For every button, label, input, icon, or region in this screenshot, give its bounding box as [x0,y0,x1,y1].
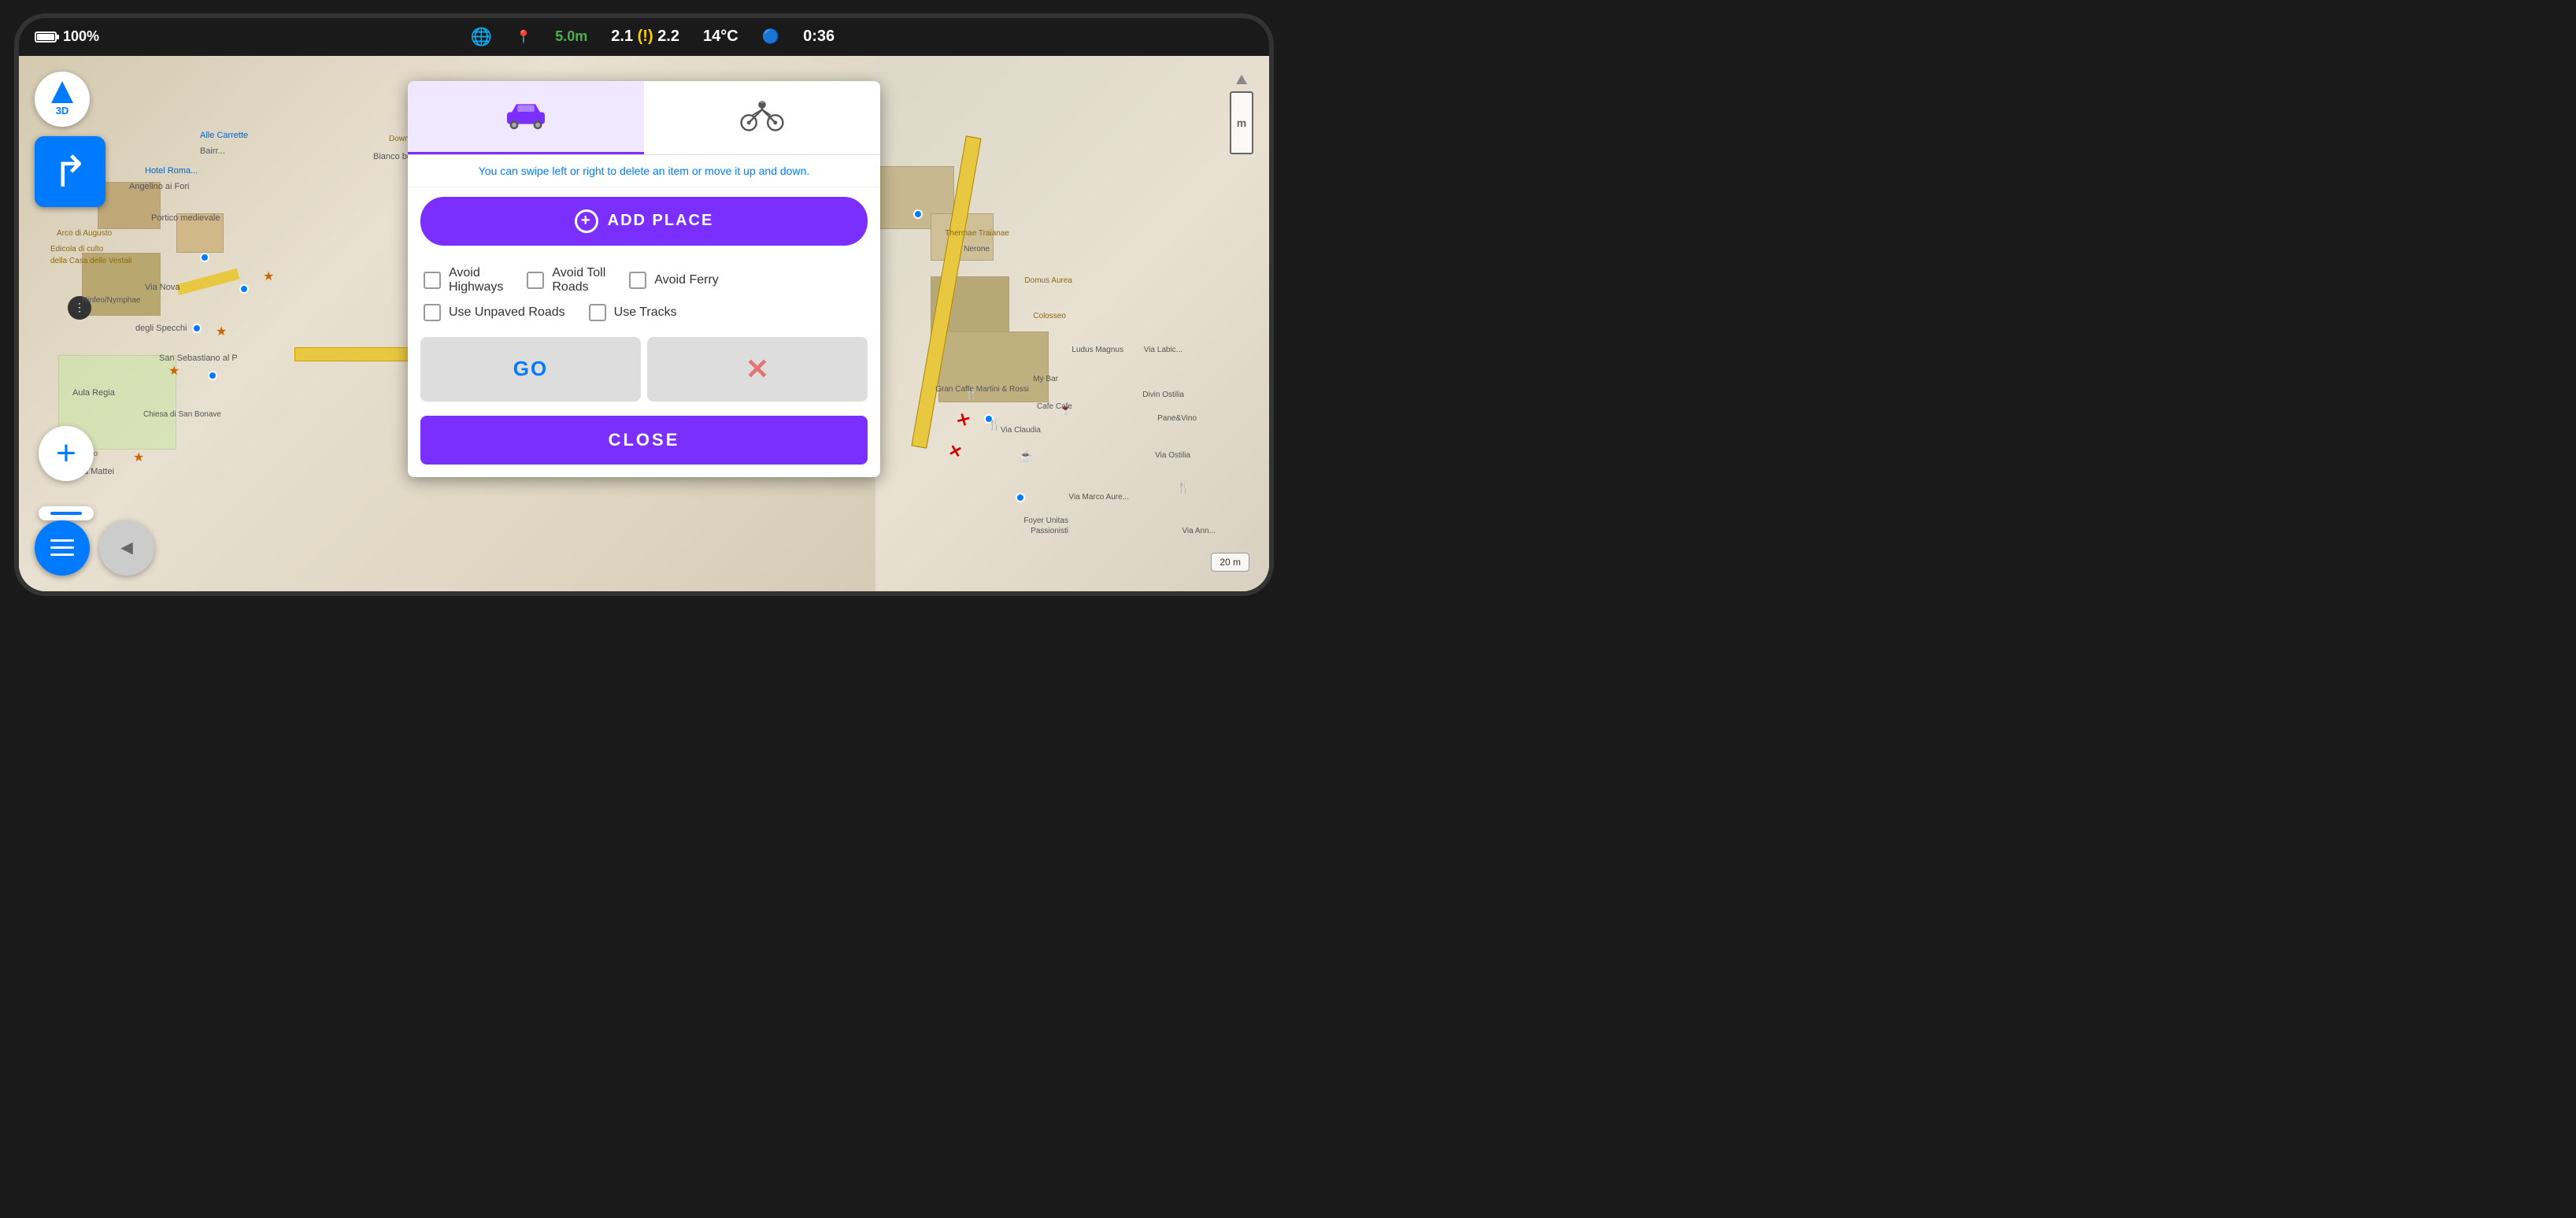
plus-icon: + [56,436,76,471]
zoom-in-button[interactable]: + [39,426,94,481]
map-label: Chiesa di San Bonave [143,410,221,419]
map-label: Foyer Unitas [1023,516,1068,525]
scale-label: 20 m [1211,553,1249,572]
use-unpaved-label: Use Unpaved Roads [449,305,565,320]
map-label: San Sebastiano al P [159,354,238,363]
cancel-button[interactable]: ✕ [647,337,868,402]
map-label: Cafe Cafe [1037,402,1072,411]
map-label: Via Marco Aure... [1068,493,1129,502]
use-tracks-checkbox[interactable] [589,304,606,321]
gps-icon: 📍 [516,29,531,45]
go-button[interactable]: GO [420,337,641,402]
map-label: Hotel Roma... [145,166,198,176]
map-label: Colosseo [1033,312,1066,320]
map-label: della Casa delle Vestali [50,257,131,265]
add-place-plus-icon: + [575,209,598,233]
scale-bar: ⛰ m [1230,72,1253,154]
swipe-hint: You can swipe left or right to delete an… [408,155,880,187]
cancel-icon: ✕ [746,353,769,386]
map-label: Aula Regia [72,388,115,398]
car-transport-tab[interactable] [408,81,644,154]
map-label: Thermae Traianae [945,229,1009,238]
map-label: Via Labic... [1144,346,1183,354]
avoid-toll-label: Avoid TollRoads [552,266,605,294]
map-label: Via Claudia [1001,426,1041,435]
zoom-out-button[interactable] [39,506,94,520]
avoid-highways-checkbox[interactable] [424,272,441,289]
options-row-1: AvoidHighways Avoid TollRoads Avoid Ferr… [424,261,864,299]
map-label: Passionisti [1031,527,1068,535]
avoid-ferry-checkbox[interactable] [629,272,646,289]
transport-tabs [408,81,880,155]
back-icon: ◄ [117,535,137,560]
minus-icon [50,512,82,515]
add-place-label: ADD PLACE [608,212,714,230]
options-row-2: Use Unpaved Roads Use Tracks [424,299,864,326]
bluetooth-icon: 🔵 [762,28,779,45]
map-label: Ninfeo/Nymphae [82,296,140,305]
back-button[interactable]: ◄ [99,520,154,576]
use-unpaved-option[interactable]: Use Unpaved Roads [424,304,565,321]
menu-button[interactable] [35,520,90,576]
battery-icon [35,31,57,43]
map-label: Ludus Magnus [1071,346,1123,354]
action-buttons: GO ✕ [420,337,868,402]
status-bar: 100% 🌐 📍 5.0m 2.1 (!) 2.2 14°C 🔵 0:36 [19,18,1269,56]
zoom-controls: + [39,426,94,481]
navigation-arrow-button[interactable]: ↱ [35,136,105,207]
compass-arrow [51,81,73,103]
map-label: Via Nova [145,283,180,292]
route-panel: You can swipe left or right to delete an… [408,81,880,477]
use-unpaved-checkbox[interactable] [424,304,441,321]
map-label: Angelino ai Fori [129,182,189,191]
scale-unit: m [1237,117,1246,129]
route-options: AvoidHighways Avoid TollRoads Avoid Ferr… [408,255,880,329]
map-label: Via Ostilia [1155,451,1190,460]
map-label: Edicola di culto [50,245,103,254]
zoom-out-area [39,506,94,520]
bottom-controls: ◄ [35,520,154,576]
speed-display: 2.1 (!) 2.2 [611,28,679,46]
map-label: Via Ann... [1182,527,1216,535]
map-label: Portico medievale [151,213,220,223]
map-label: My Bar [1033,375,1058,383]
battery-percent: 100% [63,28,99,45]
temperature: 14°C [703,28,738,46]
compass-button[interactable]: 3D [35,72,90,127]
3d-label: 3D [56,105,69,117]
bike-transport-tab[interactable] [644,81,880,154]
avoid-highways-label: AvoidHighways [449,266,503,294]
add-place-button[interactable]: + ADD PLACE [420,197,868,246]
map-label: Pane&Vino [1157,414,1197,423]
mountain-icon: ⛰ [1235,72,1247,88]
map-label: Domus Aurea [1024,276,1072,285]
gps-accuracy: 5.0m [555,28,587,45]
bike-icon [738,98,786,137]
time-display: 0:36 [803,28,835,46]
use-tracks-label: Use Tracks [614,305,677,320]
map-label: Arco di Augusto [57,229,112,238]
avoid-highways-option[interactable]: AvoidHighways [424,266,503,294]
avoid-ferry-option[interactable]: Avoid Ferry [629,272,719,289]
close-button[interactable]: CLOSE [420,416,868,465]
avoid-toll-checkbox[interactable] [527,272,544,289]
map-controls: 3D ↱ [35,72,105,207]
map-label: Divin Ostilia [1142,391,1184,399]
map-label: degli Specchi [135,324,187,333]
device-frame: 100% 🌐 📍 5.0m 2.1 (!) 2.2 14°C 🔵 0:36 [14,13,1274,596]
use-tracks-option[interactable]: Use Tracks [589,304,677,321]
map-label: Alle Carrette [200,131,248,140]
hamburger-icon [50,539,74,556]
map-label: Gran Caffe Martini & Rossi [935,385,1029,394]
status-center: 🌐 📍 5.0m 2.1 (!) 2.2 14°C 🔵 0:36 [471,27,835,47]
turn-arrow-icon: ↱ [52,146,88,197]
map-label: Bairr... [200,146,225,156]
globe-icon: 🌐 [471,27,492,47]
status-left: 100% [35,28,99,45]
scale-box: m [1230,91,1253,154]
avoid-ferry-label: Avoid Ferry [654,273,719,287]
map-label: Nerone [964,245,990,254]
car-icon [502,97,550,136]
avoid-toll-option[interactable]: Avoid TollRoads [527,266,605,294]
